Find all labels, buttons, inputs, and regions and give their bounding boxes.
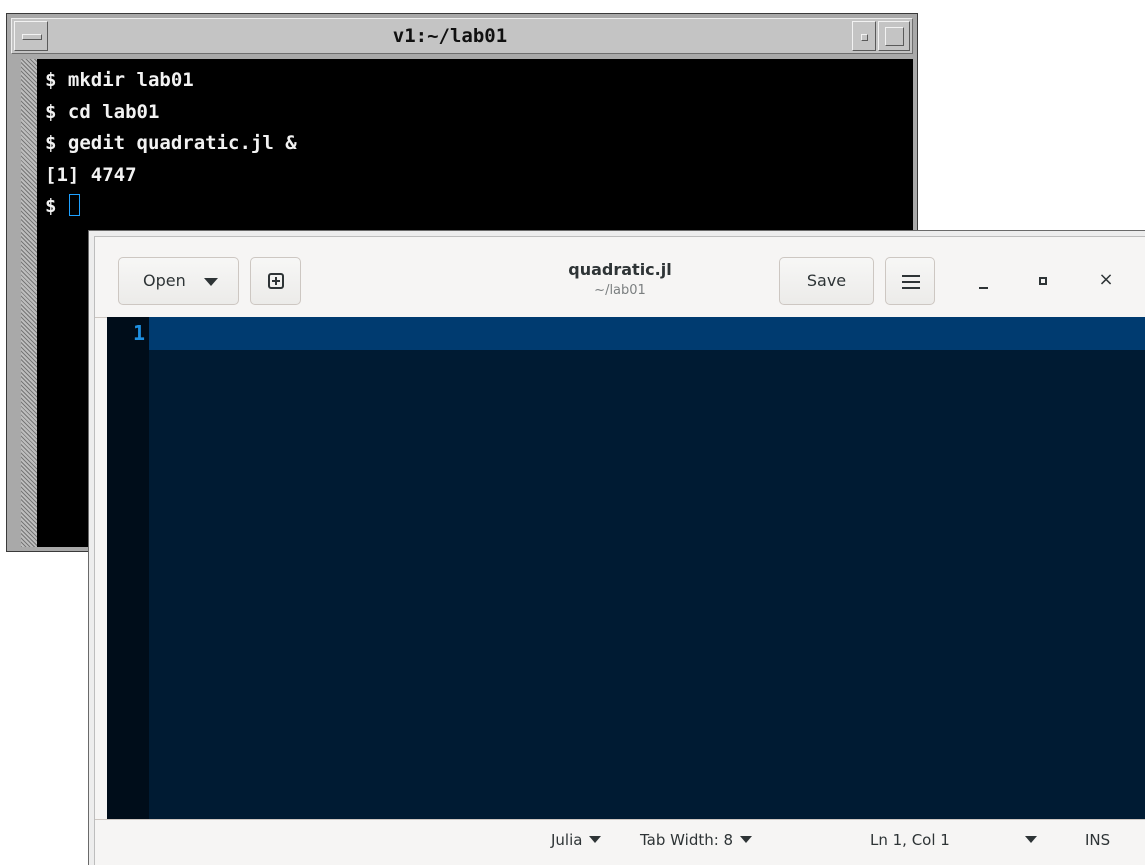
line-number: 1 bbox=[132, 321, 145, 345]
terminal-prompt: $ bbox=[45, 195, 68, 217]
terminal-line: $ mkdir lab01 bbox=[45, 69, 194, 91]
position-menu[interactable] bbox=[1025, 831, 1037, 849]
line-number-gutter bbox=[107, 317, 149, 819]
minimize-button[interactable] bbox=[852, 21, 876, 51]
terminal-line: $ gedit quadratic.jl & bbox=[45, 132, 297, 154]
tab-width-selector[interactable]: Tab Width: 8 bbox=[640, 831, 753, 849]
menu-icon bbox=[22, 34, 42, 40]
maximize-button[interactable] bbox=[1029, 265, 1059, 295]
close-button[interactable]: × bbox=[1091, 265, 1121, 295]
tab-width-label: Tab Width: 8 bbox=[640, 831, 734, 849]
minimize-icon bbox=[861, 34, 868, 41]
cursor-position[interactable]: Ln 1, Col 1 bbox=[870, 831, 950, 849]
maximize-button[interactable] bbox=[878, 21, 910, 51]
insert-mode-indicator[interactable]: INS bbox=[1085, 831, 1110, 849]
save-button[interactable]: Save bbox=[779, 257, 874, 305]
terminal-line: [1] 4747 bbox=[45, 163, 137, 186]
open-button[interactable]: Open bbox=[118, 257, 239, 305]
document-title: quadratic.jl bbox=[568, 260, 672, 279]
gedit-window: Open quadratic.jl ~/lab01 Save × 1 Julia… bbox=[88, 230, 1145, 865]
terminal-titlebar[interactable]: v1:~/lab01 bbox=[11, 18, 913, 54]
insert-mode-label: INS bbox=[1085, 831, 1111, 849]
maximize-icon bbox=[885, 27, 904, 46]
current-line-highlight[interactable] bbox=[149, 317, 1145, 350]
dropdown-icon bbox=[1025, 836, 1037, 843]
terminal-line: $ cd lab01 bbox=[45, 100, 160, 123]
new-tab-icon bbox=[268, 273, 284, 289]
dropdown-icon bbox=[589, 836, 602, 843]
dropdown-icon bbox=[740, 836, 753, 843]
document-path: ~/lab01 bbox=[594, 283, 646, 298]
current-line-gutter: 1 bbox=[107, 317, 149, 350]
status-bar: Julia Tab Width: 8 Ln 1, Col 1 INS bbox=[95, 819, 1145, 865]
main-menu-button[interactable] bbox=[885, 257, 935, 305]
new-tab-button[interactable] bbox=[250, 257, 301, 305]
save-label: Save bbox=[806, 271, 847, 290]
close-icon: × bbox=[1098, 269, 1114, 290]
gedit-frame: Open quadratic.jl ~/lab01 Save × 1 Julia… bbox=[94, 236, 1145, 865]
maximize-icon bbox=[1039, 277, 1047, 285]
terminal-scrollbar[interactable] bbox=[21, 59, 38, 547]
terminal-title: v1:~/lab01 bbox=[392, 25, 508, 47]
minimize-button[interactable] bbox=[969, 265, 999, 295]
terminal-prompt-line: $ bbox=[45, 191, 297, 223]
text-cursor bbox=[68, 194, 80, 216]
language-label: Julia bbox=[551, 831, 583, 849]
header-bar[interactable]: Open quadratic.jl ~/lab01 Save × bbox=[95, 237, 1145, 318]
window-menu-button[interactable] bbox=[14, 21, 48, 51]
minimize-icon bbox=[979, 287, 988, 289]
cursor-position-label: Ln 1, Col 1 bbox=[870, 831, 950, 849]
dropdown-icon bbox=[204, 278, 218, 286]
language-selector[interactable]: Julia bbox=[551, 831, 602, 849]
open-label: Open bbox=[143, 271, 186, 290]
text-editor[interactable]: 1 bbox=[107, 317, 1145, 819]
